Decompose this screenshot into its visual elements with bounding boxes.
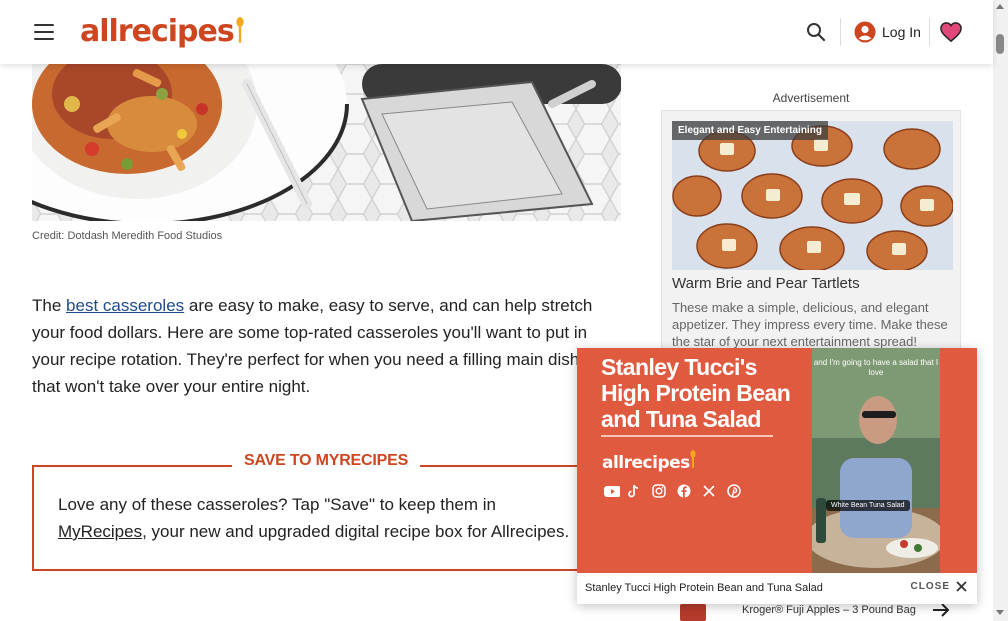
close-icon [956, 581, 967, 592]
video-close-button[interactable]: CLOSE [911, 581, 967, 592]
video-player[interactable]: Stanley Tucci's High Protein Bean and Tu… [577, 348, 977, 604]
best-casseroles-link[interactable]: best casseroles [66, 296, 184, 315]
ad-description: These make a simple, delicious, and eleg… [672, 300, 948, 349]
spoon-icon [236, 17, 244, 43]
scroll-thumb[interactable] [996, 34, 1004, 54]
pinterest-icon [727, 484, 741, 498]
spoon-icon [690, 450, 696, 468]
instagram-icon [652, 484, 666, 498]
ad-title[interactable]: Warm Brie and Pear Tartlets [672, 275, 860, 292]
logo-text: allrecipes [80, 14, 235, 49]
page-scrollbar[interactable] [993, 0, 1008, 621]
tiktok-icon [627, 484, 641, 498]
video-close-label: CLOSE [910, 581, 950, 592]
video-footer: Stanley Tucci High Protein Bean and Tuna… [577, 573, 977, 604]
header-divider [929, 18, 930, 46]
login-label: Log In [882, 24, 921, 40]
video-title: Stanley Tucci's High Protein Bean and Tu… [601, 354, 791, 432]
video-title-underline [601, 435, 773, 437]
article-image [32, 64, 621, 221]
myrecipes-link[interactable]: MyRecipes [58, 522, 142, 541]
video-frame[interactable]: and I'm going to have a salad that I lov… [812, 348, 940, 573]
youtube-icon [602, 484, 621, 498]
facebook-icon [677, 484, 691, 498]
scroll-up-arrow-icon[interactable] [996, 4, 1004, 9]
scroll-down-arrow-icon[interactable] [996, 610, 1004, 615]
video-logo-text: allrecipes [602, 453, 690, 473]
video-social-icons [602, 484, 741, 498]
menu-icon[interactable] [34, 24, 54, 40]
save-box-title: SAVE TO MYRECIPES [232, 452, 421, 470]
video-screen[interactable]: Stanley Tucci's High Protein Bean and Tu… [577, 348, 977, 573]
save-box-text: Love any of these casseroles? Tap "Save"… [58, 491, 588, 545]
heart-icon[interactable] [940, 21, 962, 43]
ad-tag: Elegant and Easy Entertaining [672, 121, 828, 140]
x-icon [702, 484, 716, 498]
save-box-text-part: , your new and upgraded digital recipe b… [142, 522, 570, 541]
header-divider [840, 18, 841, 46]
arrow-right-icon[interactable] [932, 602, 950, 618]
intro-text: The [32, 296, 67, 315]
site-logo[interactable]: allrecipes [80, 14, 244, 49]
video-footer-title: Stanley Tucci High Protein Bean and Tuna… [585, 582, 823, 594]
save-box-text-part: Love any of these casseroles? Tap "Save"… [58, 495, 496, 514]
ad-image[interactable]: Elegant and Easy Entertaining [672, 121, 953, 270]
advertisement-label: Advertisement [772, 91, 850, 105]
image-credit: Credit: Dotdash Meredith Food Studios [32, 230, 223, 242]
kroger-product-row[interactable]: Kroger® Fuji Apples – 3 Pound Bag [680, 602, 960, 621]
user-icon [854, 21, 876, 43]
video-frame-caption: and I'm going to have a salad that I lov… [813, 358, 939, 377]
intro-paragraph: The best casseroles are easy to make, ea… [32, 292, 612, 400]
ad-card[interactable]: Elegant and Easy Entertaining Warm Brie … [661, 110, 961, 360]
video-logo: allrecipes [602, 450, 696, 473]
kroger-product-image [680, 604, 706, 621]
video-frame-badge: White Bean Tuna Salad [826, 500, 910, 511]
search-icon[interactable] [806, 22, 826, 42]
login-button[interactable]: Log In [854, 21, 921, 43]
kroger-product-name: Kroger® Fuji Apples – 3 Pound Bag [742, 604, 916, 616]
site-header: allrecipes Log In [0, 0, 993, 64]
